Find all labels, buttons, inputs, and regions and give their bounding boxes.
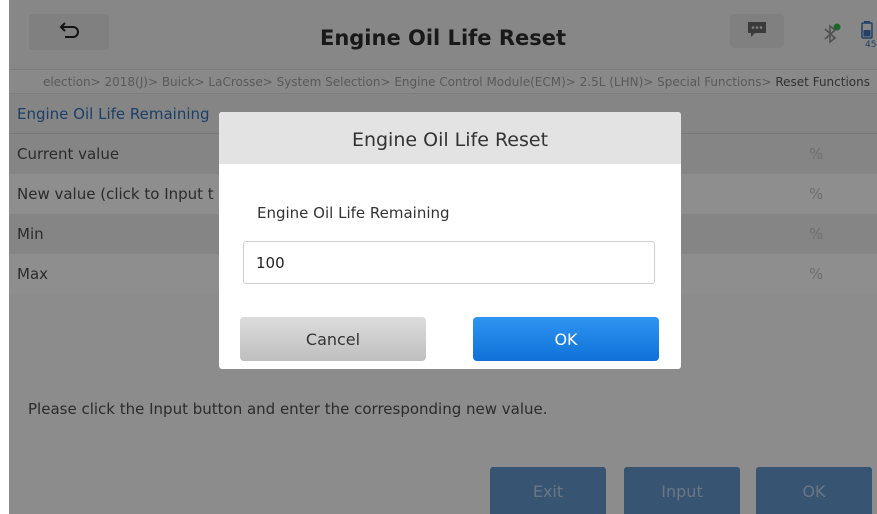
dialog-ok-button[interactable]: OK (473, 317, 659, 361)
dialog-cancel-button[interactable]: Cancel (240, 317, 426, 361)
dialog-title: Engine Oil Life Reset (219, 112, 681, 164)
oil-life-input[interactable] (243, 241, 655, 284)
input-dialog: Engine Oil Life Reset Engine Oil Life Re… (219, 112, 681, 369)
dialog-field-label: Engine Oil Life Remaining (257, 204, 450, 222)
